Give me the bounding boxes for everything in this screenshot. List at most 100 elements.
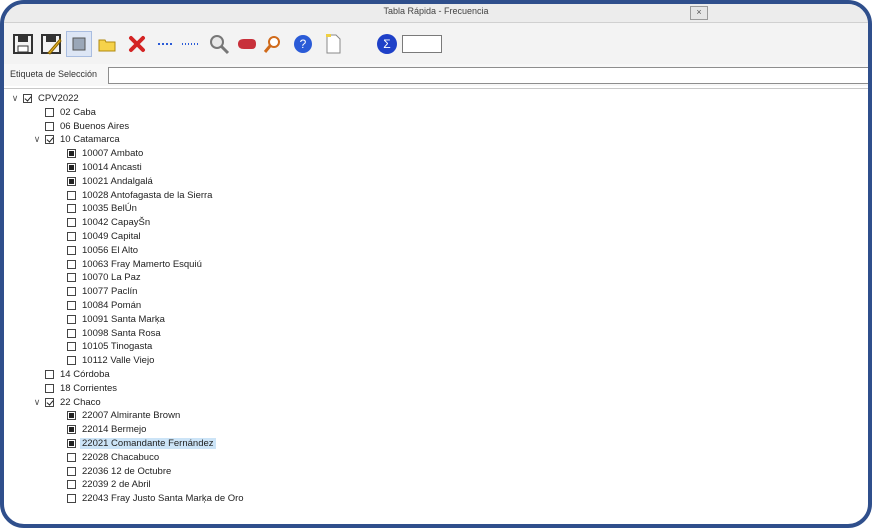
expand-arrow-icon[interactable]: ∨ [32,134,42,145]
tree-checkbox[interactable] [67,218,76,228]
tree-node[interactable]: 02 Caba [32,106,98,119]
tree-checkbox[interactable] [67,356,76,366]
tree-node-label: 18 Corrientes [60,382,118,394]
tree-node-label: 06 Buenos Aires [60,120,130,132]
tree-node[interactable]: 10021 Andalgalá [54,175,155,188]
tree-node-label: 22 Chaco [60,396,101,408]
tree-node[interactable]: 10042 CapayŠn [54,216,152,229]
tree-checkbox[interactable] [67,328,76,338]
tree-node-label: 10105 Tinogasta [82,341,153,353]
tree-node-label: 10014 Ancasti [82,162,142,173]
tree-node-label: 02 Caba [60,106,96,118]
tree-node[interactable]: 22021 Comandante Fernández [54,437,216,450]
find-icon[interactable] [260,31,286,57]
folder-icon[interactable] [94,31,120,57]
expand-arrow-icon[interactable]: ∨ [32,397,42,408]
tree-node[interactable]: 10028 Antofagasta de la Sierra [54,189,214,202]
new-document-icon[interactable] [320,31,346,57]
magnifier-icon[interactable] [206,31,232,57]
tree-checkbox[interactable] [67,163,76,172]
tree-node[interactable]: 22007 Almirante Brown [54,409,182,422]
tree-checkbox[interactable] [45,383,54,393]
tree-node[interactable]: 10049 Capital [54,230,143,243]
tree-checkbox[interactable] [67,342,76,352]
app-window: Tabla Rápida - Frecuencia × ? Σ Etiqueta… [0,0,872,528]
tree-checkbox[interactable] [67,480,76,490]
grid-icon[interactable] [66,31,92,57]
tree-checkbox[interactable] [67,149,76,159]
tree-checkbox[interactable] [67,204,76,214]
tree-checkbox[interactable] [67,411,76,421]
title-bar: Tabla Rápida - Frecuencia × [4,4,868,23]
tree-checkbox[interactable] [45,107,54,117]
tree-node-label: 10077 Paclín [82,286,138,298]
tree-checkbox[interactable] [45,135,54,145]
expand-arrow-icon[interactable]: ∨ [10,93,20,104]
delete-icon[interactable] [124,31,150,57]
tree-node[interactable]: 10112 Valle Viejo [54,354,156,367]
tree-checkbox[interactable] [67,245,76,255]
svg-text:Σ: Σ [383,37,390,51]
tree-node-label: 22014 Bermejo [82,424,147,436]
tree-node[interactable]: 10105 Tinogasta [54,340,154,353]
tree-node[interactable]: 10070 La Paz [54,271,143,284]
tree-checkbox[interactable] [67,287,76,297]
tree-node[interactable]: ∨ 10 Catamarca [32,133,122,146]
save-as-icon[interactable] [38,31,64,57]
toolbar: ? Σ [4,23,868,66]
tree-checkbox[interactable] [67,425,76,435]
tree-checkbox[interactable] [45,397,54,407]
tree-node-label: 10007 Ambato [82,148,144,160]
save-icon[interactable] [10,31,36,57]
dash-icon[interactable] [152,31,178,57]
tree-checkbox[interactable] [45,370,54,379]
tree-checkbox[interactable] [67,273,76,283]
tree-node[interactable]: 22036 12 de Octubre [54,465,173,478]
tree-node[interactable]: 06 Buenos Aires [32,120,131,133]
dots-icon[interactable] [178,31,204,57]
tree-checkbox[interactable] [67,452,76,462]
window-title: Tabla Rápida - Frecuencia [383,6,489,16]
tree-checkbox[interactable] [67,466,76,476]
tree-node-label: 22039 2 de Abril [82,479,151,491]
selection-label-row: Etiqueta de Selección [4,64,868,86]
tree-checkbox[interactable] [23,94,32,103]
tree-node[interactable]: ∨ CPV2022 [10,92,81,105]
tree-node[interactable]: 10007 Ambato [54,147,145,160]
tree-node[interactable]: 10091 Santa Marķa [54,313,167,326]
tree-node[interactable]: 14 Córdoba [32,368,112,381]
svg-text:?: ? [300,37,307,51]
tree-checkbox[interactable] [67,259,76,269]
tree-node-label: 10056 El Alto [82,244,138,256]
tree-node[interactable]: 10014 Ancasti [54,161,144,174]
tree-node[interactable]: 10098 Santa Rosa [54,327,163,340]
tree-checkbox[interactable] [67,232,76,241]
tree-node[interactable]: 10084 Pomán [54,299,143,312]
tree-node[interactable]: 22014 Bermejo [54,423,148,436]
tree-node-label: 14 Córdoba [60,369,110,380]
tree-checkbox[interactable] [67,314,76,324]
tree-node[interactable]: 22028 Chacabuco [54,451,161,464]
tree-node[interactable]: ∨ 22 Chaco [32,396,103,409]
tree-node[interactable]: 18 Corrientes [32,382,119,395]
tree-node[interactable]: 10077 Paclín [54,285,139,298]
close-button[interactable]: × [690,6,708,20]
help-icon[interactable]: ? [290,31,316,57]
tree-node[interactable]: 10063 Fray Mamerto Esquiú [54,258,204,271]
tree-node[interactable]: 22043 Fray Justo Santa Marķa de Oro [54,492,246,505]
tree-checkbox[interactable] [67,494,76,504]
hand-icon[interactable] [234,31,260,57]
tree-checkbox[interactable] [67,176,76,186]
tree-checkbox[interactable] [67,301,76,310]
tree-node-label: 22021 Comandante Fernández [80,438,216,449]
selection-label-field[interactable] [108,67,868,84]
tree-node-label: 10091 Santa Marķa [82,313,165,325]
sigma-icon[interactable]: Σ [374,31,400,57]
tree-node[interactable]: 22039 2 de Abril [54,478,153,491]
tree-node[interactable]: 10056 El Alto [54,244,140,257]
tree-node[interactable]: 10035 BelÚn [54,202,139,215]
tree-checkbox[interactable] [67,190,76,200]
tree-checkbox[interactable] [67,439,76,448]
tree-checkbox[interactable] [45,121,54,131]
toolbar-value-field[interactable] [402,35,442,53]
